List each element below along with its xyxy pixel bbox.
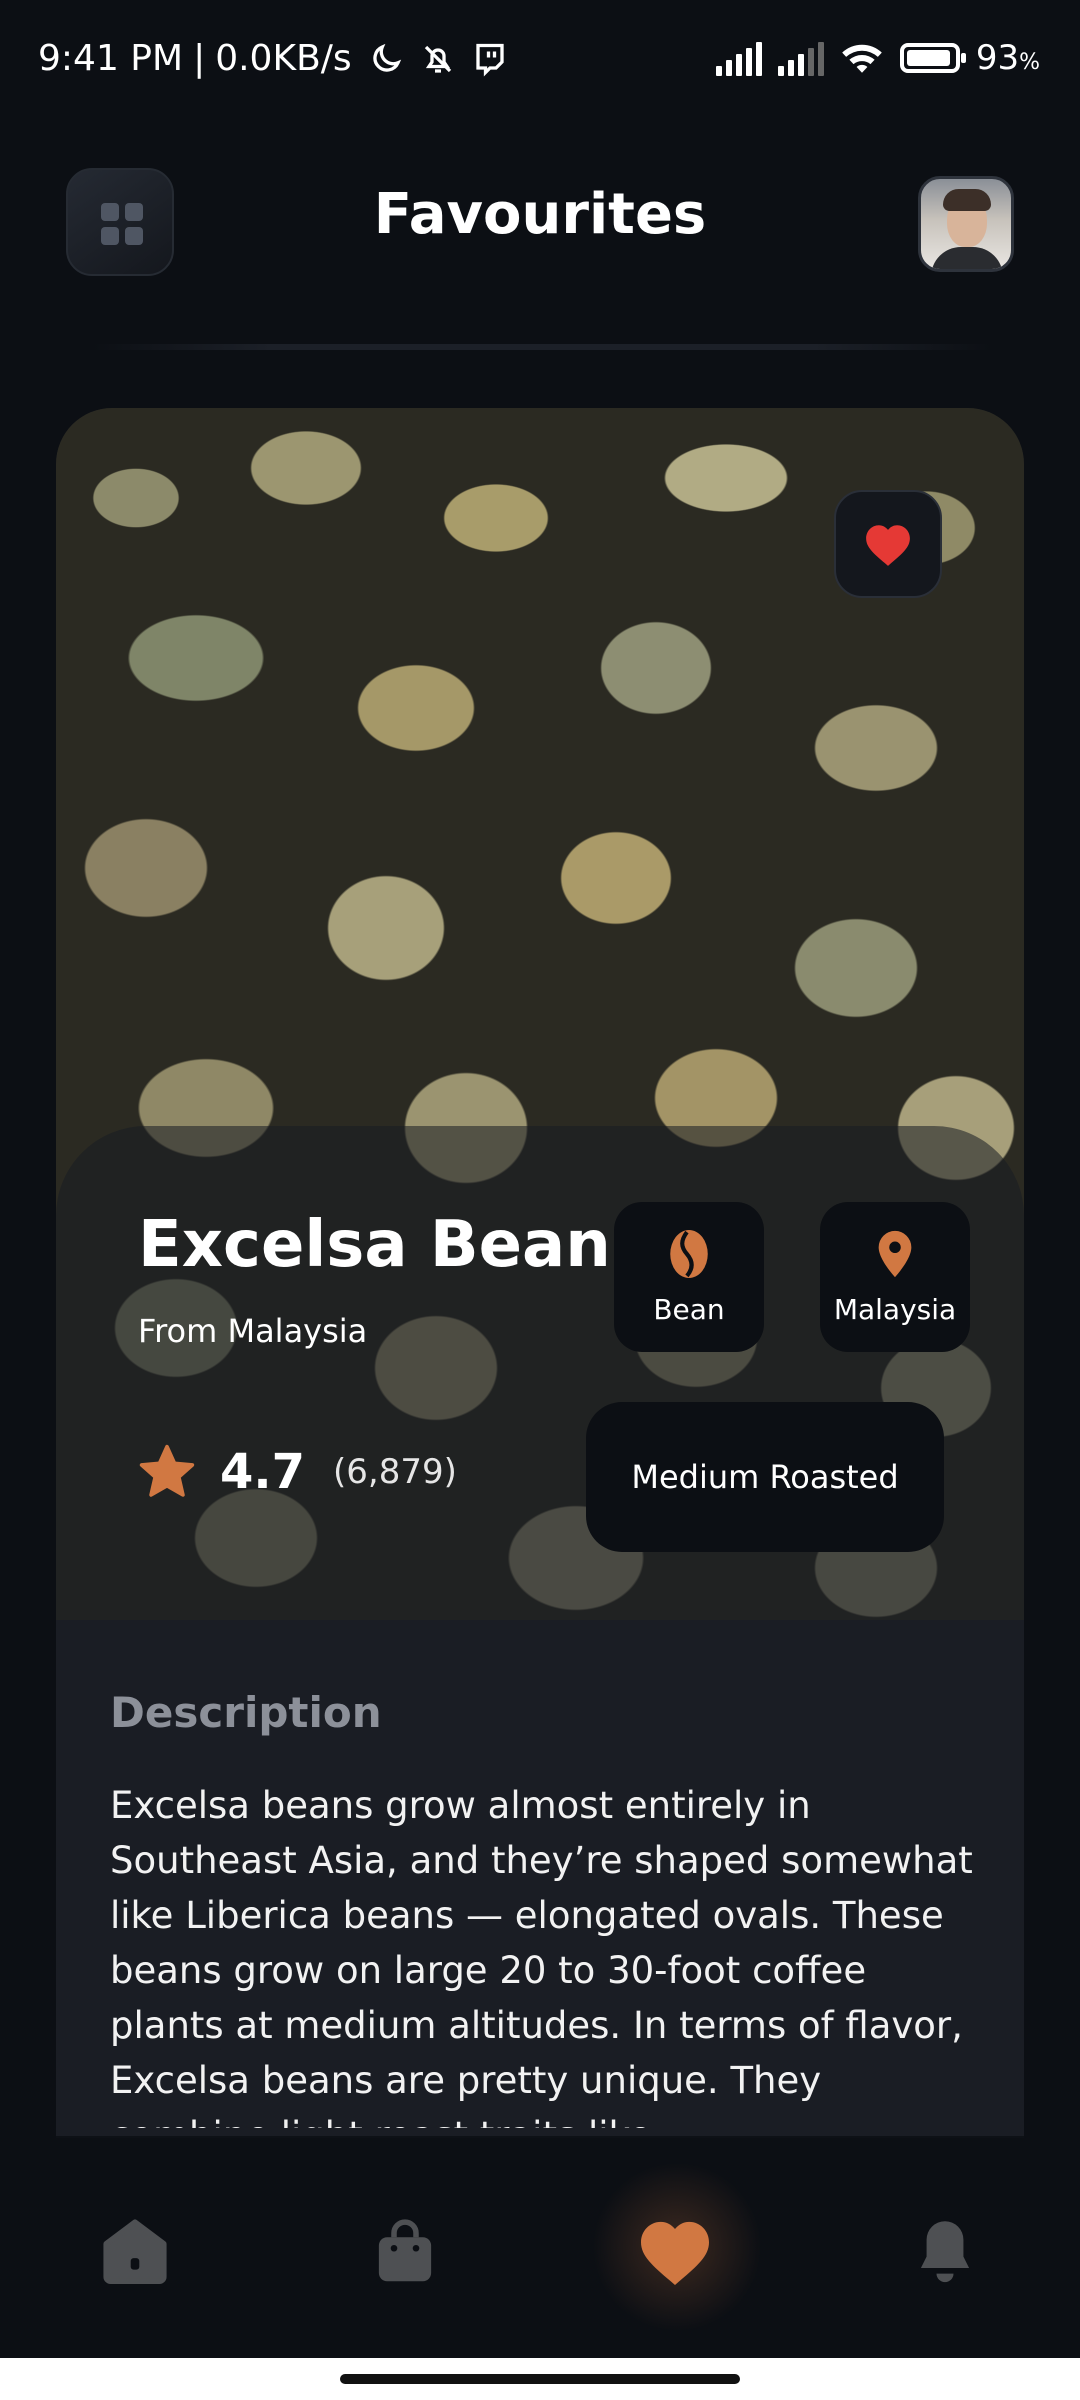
home-icon — [103, 2219, 167, 2284]
product-origin: From Malaysia — [138, 1312, 368, 1350]
star-icon — [139, 1444, 195, 1497]
favourite-button[interactable] — [834, 490, 942, 598]
heart-icon — [641, 2221, 709, 2285]
description-text: Excelsa beans grow almost entirely in So… — [110, 1784, 973, 2128]
header-divider — [92, 344, 992, 350]
avatar[interactable] — [918, 176, 1014, 272]
status-separator: | — [193, 38, 206, 79]
wifi-icon — [842, 44, 882, 73]
location-pin-icon — [878, 1230, 912, 1277]
chip-country-label: Malaysia — [833, 1292, 957, 1326]
battery-icon — [899, 43, 966, 73]
twitch-icon — [476, 43, 504, 76]
description-section: Description Excelsa beans grow almost en… — [56, 1620, 1024, 2138]
heart-icon — [866, 525, 910, 566]
chip-roast: Medium Roasted — [586, 1402, 944, 1552]
system-nav-bar — [0, 2358, 1080, 2400]
signal-icon — [777, 40, 824, 76]
bell-icon — [920, 2221, 970, 2283]
favourite-card[interactable]: Excelsa Beans From Malaysia 4.7 (6,879) … — [56, 408, 1024, 2138]
signal-icon — [715, 40, 762, 76]
chip-country: Malaysia — [820, 1202, 970, 1352]
moon-icon — [372, 43, 401, 72]
rating-count: (6,879) — [333, 1452, 457, 1492]
rating-value: 4.7 — [220, 1444, 306, 1500]
product-name: Excelsa Beans — [138, 1208, 649, 1282]
nav-notifications[interactable] — [900, 2206, 990, 2296]
description-title: Description — [110, 1688, 382, 1737]
status-left: 9:41 PM | 0.0KB/s — [38, 38, 508, 79]
bean-icon — [670, 1229, 708, 1278]
chip-bean-label: Bean — [653, 1292, 725, 1326]
coffee-beans-image: Excelsa Beans From Malaysia 4.7 (6,879) … — [56, 408, 1024, 1620]
battery-fill — [906, 50, 950, 66]
nav-cart[interactable] — [360, 2206, 450, 2296]
battery-percent: 93% — [975, 38, 1040, 78]
status-right: 93% — [715, 38, 1040, 78]
bottom-nav — [0, 2136, 1080, 2358]
chip-bean: Bean — [614, 1202, 764, 1352]
nav-home[interactable] — [90, 2206, 180, 2296]
rating-row: 4.7 (6,879) — [138, 1444, 457, 1500]
network-speed: 0.0KB/s — [215, 38, 352, 79]
bell-off-icon — [424, 45, 451, 73]
chip-roast-label: Medium Roasted — [631, 1458, 899, 1496]
nav-favourites[interactable] — [630, 2206, 720, 2296]
app-header: Favourites — [0, 160, 1080, 280]
home-indicator[interactable] — [340, 2374, 740, 2384]
bag-icon — [378, 2219, 432, 2282]
status-time: 9:41 PM — [38, 38, 184, 79]
status-bar: 9:41 PM | 0.0KB/s 93% — [0, 0, 1080, 130]
